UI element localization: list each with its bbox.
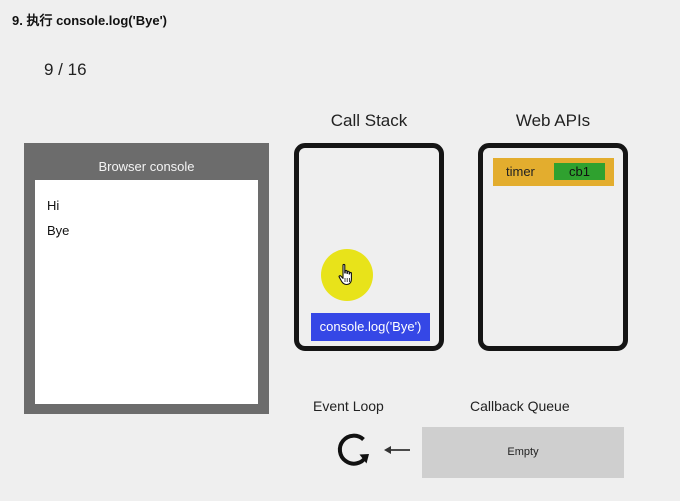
timer-entry: timer cb1 bbox=[493, 158, 614, 186]
browser-console-title: Browser console bbox=[98, 159, 195, 174]
refresh-loop-icon bbox=[337, 433, 369, 466]
browser-console-panel: Browser console Hi Bye bbox=[24, 143, 269, 414]
step-counter: 9 / 16 bbox=[44, 60, 87, 79]
event-loop-label: Event Loop bbox=[313, 398, 384, 414]
event-loop-visualization: 9. 执行 console.log('Bye') 9 / 16 Browser … bbox=[0, 0, 680, 501]
call-stack-frame: console.log('Bye') bbox=[311, 313, 430, 341]
web-apis-heading: Web APIs bbox=[515, 111, 591, 130]
hand-pointer-icon bbox=[338, 263, 352, 286]
call-stack-heading: Call Stack bbox=[330, 111, 408, 130]
console-output: Hi Bye bbox=[35, 180, 258, 404]
web-apis-panel: timer cb1 bbox=[478, 143, 628, 351]
call-stack-panel: console.log('Bye') bbox=[294, 143, 444, 351]
console-line: Hi bbox=[47, 198, 60, 213]
callback-queue-empty-text: Empty bbox=[507, 446, 539, 458]
callback-queue-label: Callback Queue bbox=[470, 398, 570, 414]
cursor-highlight bbox=[321, 249, 373, 301]
arrow-left-icon bbox=[384, 446, 410, 454]
console-line: Bye bbox=[47, 223, 70, 238]
timer-label: timer bbox=[506, 164, 535, 179]
timer-callback-badge: cb1 bbox=[554, 163, 605, 180]
step-title: 9. 执行 console.log('Bye') bbox=[12, 13, 167, 28]
callback-queue-panel: Empty bbox=[422, 427, 624, 478]
